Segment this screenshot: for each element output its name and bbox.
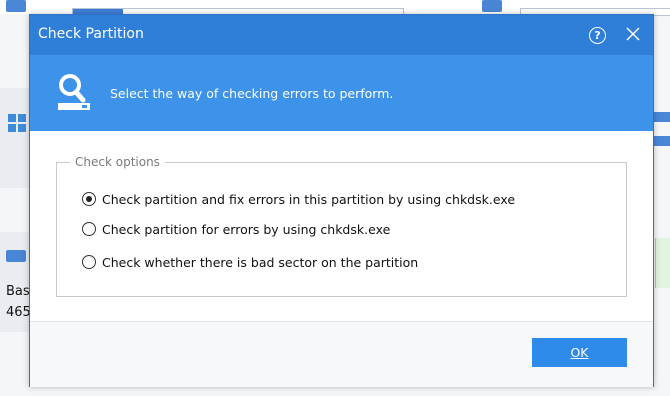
radio-bad-sector[interactable]: [82, 255, 96, 269]
help-icon[interactable]: ?: [589, 27, 606, 44]
banner-instruction: Select the way of checking errors to per…: [110, 86, 394, 101]
disk-icon: [6, 0, 26, 12]
dialog-banner: Select the way of checking errors to per…: [30, 55, 653, 131]
windows-icon: [8, 114, 26, 132]
radio-check-and-fix[interactable]: [82, 192, 96, 206]
check-options-legend: Check options: [70, 155, 165, 169]
option-bad-sector-label[interactable]: Check whether there is bad sector on the…: [102, 255, 418, 270]
search-disk-icon: [56, 72, 92, 112]
background-disk-label: Bas: [6, 284, 30, 299]
disk-icon: [652, 136, 670, 146]
disk-icon: [652, 112, 670, 122]
close-icon[interactable]: [624, 25, 642, 43]
background-green-bar: [655, 238, 670, 288]
ok-button[interactable]: OK: [532, 338, 627, 367]
dialog-titlebar[interactable]: Check Partition ?: [30, 15, 653, 55]
option-check-only-label[interactable]: Check partition for errors by using chkd…: [102, 222, 390, 237]
background-partition-panel: [0, 88, 32, 188]
dialog-title: Check Partition: [38, 26, 144, 42]
background-disk-size: 465: [6, 305, 31, 320]
radio-check-only[interactable]: [82, 222, 96, 236]
disk-icon: [6, 250, 26, 262]
disk-icon: [482, 0, 502, 12]
option-check-and-fix-label[interactable]: Check partition and fix errors in this p…: [102, 192, 515, 207]
check-partition-dialog: Check Partition ? Select the way of chec…: [29, 14, 654, 387]
